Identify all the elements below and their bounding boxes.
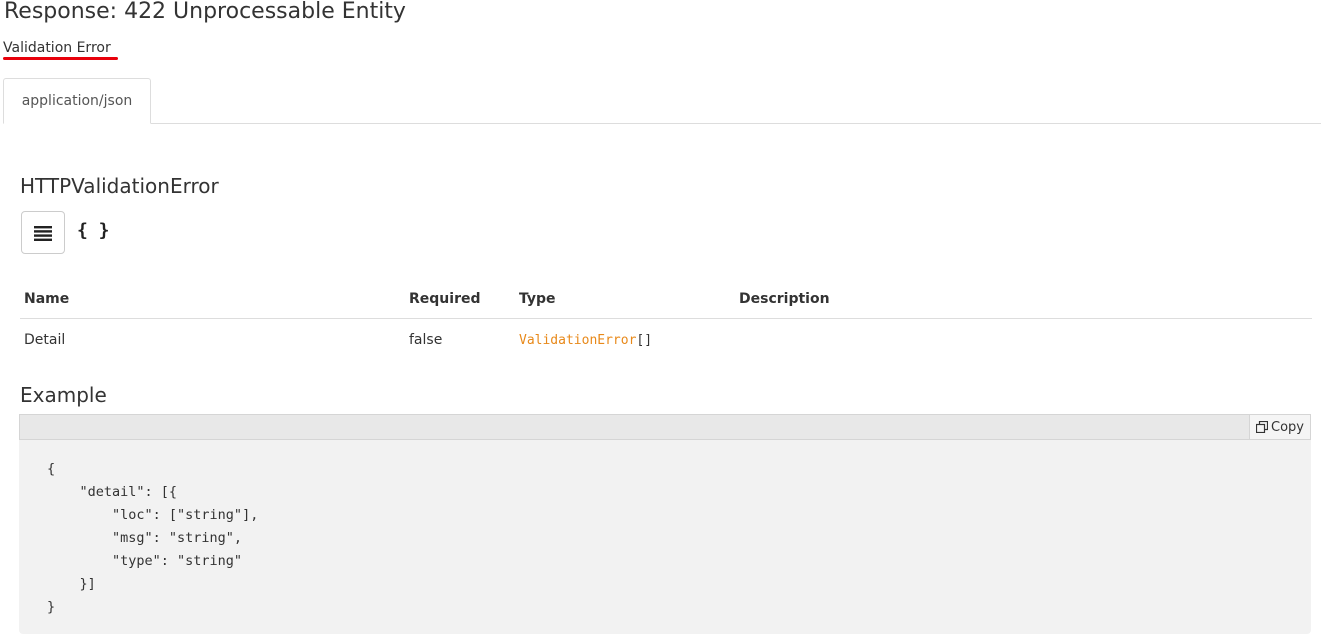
copy-icon	[1256, 421, 1268, 433]
cell-description	[735, 318, 1312, 362]
type-link[interactable]: ValidationError	[519, 333, 636, 348]
tab-bar-divider	[3, 123, 1321, 124]
tab-label: application/json	[21, 93, 133, 109]
header-description: Description	[735, 280, 1312, 319]
type-array-suffix: []	[636, 333, 653, 349]
table-row: Detail false ValidationError[]	[20, 318, 1312, 362]
copy-label: Copy	[1271, 419, 1304, 435]
list-icon	[34, 225, 52, 241]
annotation-underline	[3, 57, 118, 60]
header-name: Name	[20, 280, 405, 319]
example-code: { "detail": [{ "loc": ["string"], "msg":…	[19, 440, 1311, 634]
tab-application-json[interactable]: application/json	[3, 78, 151, 124]
properties-table: Name Required Type Description Detail fa…	[20, 280, 1312, 362]
schema-title: HTTPValidationError	[20, 174, 219, 198]
response-description: Validation Error	[3, 40, 111, 56]
response-panel: Response: 422 Unprocessable Entity Valid…	[0, 0, 1321, 642]
cell-required: false	[409, 332, 443, 349]
header-type: Type	[515, 280, 735, 319]
json-view-toggle[interactable]: { }	[77, 220, 110, 241]
table-header-row: Name Required Type Description	[20, 280, 1312, 319]
cell-name: Detail	[24, 332, 66, 349]
header-required: Required	[405, 280, 515, 319]
copy-button[interactable]: Copy	[1249, 415, 1310, 439]
table-view-button[interactable]	[21, 211, 65, 254]
code-header-bar: Copy	[19, 414, 1311, 440]
cell-type: ValidationError[]	[515, 318, 735, 362]
response-title: Response: 422 Unprocessable Entity	[4, 0, 406, 24]
example-title: Example	[20, 383, 107, 407]
